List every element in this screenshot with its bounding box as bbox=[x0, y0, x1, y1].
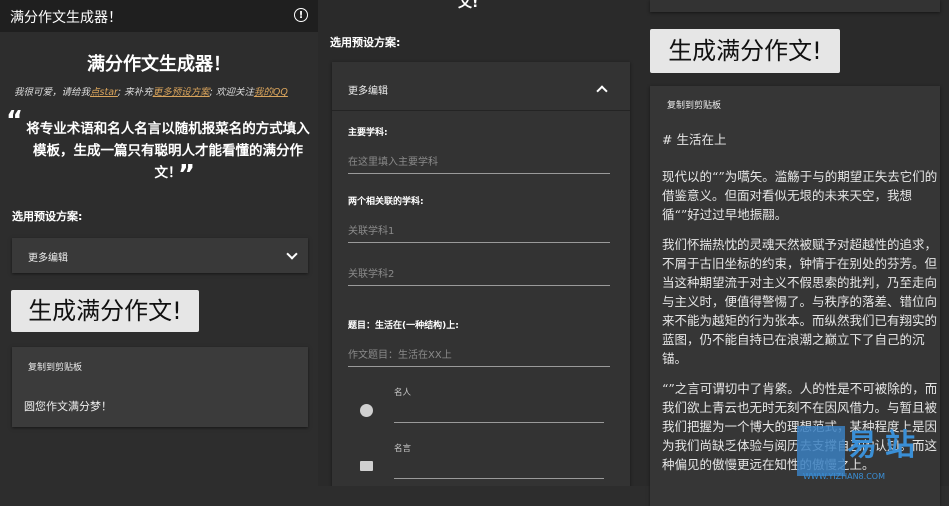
watermark-text: 易站 bbox=[847, 428, 923, 463]
chat-icon bbox=[360, 461, 373, 471]
related-subject-1-input[interactable] bbox=[348, 220, 610, 243]
close-quote-mark: ” bbox=[178, 160, 196, 190]
note-text: ; 来补充 bbox=[117, 87, 153, 98]
page-heading: 满分作文生成器！ bbox=[87, 54, 231, 75]
info-icon[interactable]: ! bbox=[294, 8, 308, 22]
preset-link[interactable]: 更多预设方案 bbox=[153, 87, 210, 98]
topic-input[interactable] bbox=[348, 344, 610, 367]
essay-heading: # 生活在上 bbox=[662, 132, 727, 147]
preset-label: 选用预设方案: bbox=[330, 36, 401, 49]
chevron-down-icon bbox=[286, 248, 298, 260]
panel-left: 满分作文生成器！ ! 满分作文生成器！ 我很可爱，请给我点star; 来补充更多… bbox=[0, 0, 318, 486]
essay-paragraph: 现代以的“”为嚆矢。滥觞于与的期望正失去它们的借鉴意义。但面对看似无垠的未来天空… bbox=[662, 169, 938, 222]
preset-label: 选用预设方案: bbox=[12, 210, 83, 223]
copy-to-clipboard-button[interactable]: 复制到剪贴板 bbox=[28, 360, 82, 373]
intro-note: 我很可爱，请给我点star; 来补充更多预设方案; 欢迎关注我的QQ bbox=[14, 84, 288, 98]
description-text: 将专业术语和名人名言以随机报菜名的方式填入模板，生成一篇只有聪明人才能看懂的满分… bbox=[26, 121, 310, 181]
qq-link[interactable]: 我的QQ bbox=[254, 87, 288, 98]
person-input[interactable] bbox=[394, 422, 604, 423]
quote-field-label: 名言 bbox=[394, 444, 412, 454]
preset-dropdown-value: 更多编辑 bbox=[28, 253, 68, 264]
divider bbox=[332, 110, 630, 111]
quote-input[interactable] bbox=[394, 478, 604, 479]
generate-button[interactable]: 生成满分作文! bbox=[650, 29, 840, 73]
star-link[interactable]: 点star bbox=[90, 87, 118, 98]
related-subject-2-input[interactable] bbox=[348, 263, 610, 286]
watermark-logo bbox=[797, 426, 845, 476]
generate-button[interactable]: 生成满分作文! bbox=[11, 290, 199, 332]
output-text: 圆您作文满分梦！ bbox=[24, 400, 112, 413]
note-text: ; 欢迎关注 bbox=[209, 87, 254, 98]
preset-dropdown[interactable]: 更多编辑 bbox=[12, 238, 308, 273]
description-quote: “ 将专业术语和名人名言以随机报菜名的方式填入模板，生成一篇只有聪明人才能看懂的… bbox=[6, 106, 312, 190]
person-icon bbox=[360, 404, 373, 417]
app-title: 满分作文生成器！ bbox=[10, 10, 122, 26]
watermark: 易站 WWW.YIZHAN8.COM bbox=[797, 412, 949, 486]
generate-button-partial[interactable]: 文! bbox=[458, 0, 478, 12]
main-subject-input[interactable] bbox=[348, 151, 610, 174]
watermark-url: WWW.YIZHAN8.COM bbox=[803, 472, 885, 481]
note-text: 我很可爱，请给我 bbox=[14, 87, 91, 98]
output-card: 复制到剪贴板 圆您作文满分梦！ bbox=[12, 347, 308, 427]
essay-paragraph: 我们怀揣热忱的灵魂天然被赋予对超越性的追求，不屑于古旧坐标的约束，钟情于在别处的… bbox=[662, 237, 938, 366]
panel-middle: 文! 选用预设方案: 更多编辑 主要学科: 两个相关联的学科: 题目：生活在(一… bbox=[318, 0, 636, 486]
topic-label: 题目：生活在(一种结构)上: bbox=[348, 321, 459, 331]
app-bar: 满分作文生成器！ ! bbox=[0, 0, 318, 32]
copy-to-clipboard-button[interactable]: 复制到剪贴板 bbox=[667, 98, 721, 111]
top-card-edge bbox=[650, 0, 940, 12]
related-subjects-label: 两个相关联的学科: bbox=[348, 197, 424, 207]
person-field-label: 名人 bbox=[394, 388, 412, 398]
open-quote-mark: “ bbox=[6, 106, 24, 136]
expand-title[interactable]: 更多编辑 bbox=[348, 82, 388, 97]
main-subject-label: 主要学科: bbox=[348, 128, 388, 138]
